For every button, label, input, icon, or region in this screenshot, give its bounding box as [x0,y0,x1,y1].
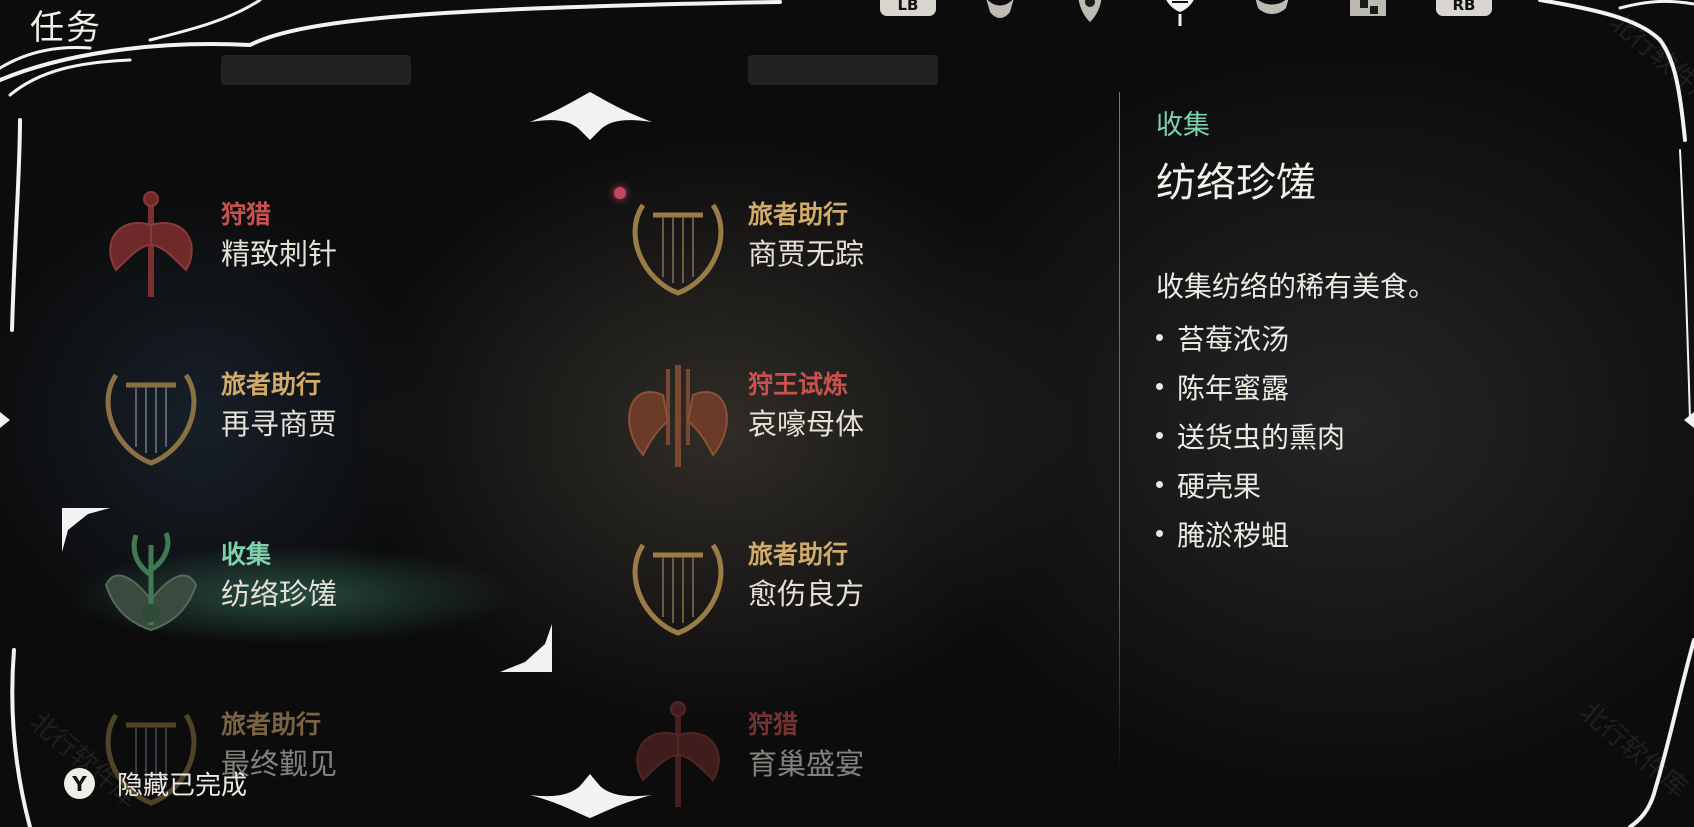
quest-item[interactable]: 狩王试炼 哀嚎母体 [623,355,1043,485]
quest-category: 狩猎 [221,200,272,229]
quest-name: 再寻商贾 [221,407,338,441]
quest-category: 旅者助行 [221,710,322,739]
quest-item[interactable]: 旅者助行 再寻商贾 [96,355,516,485]
tab-bar: LB RB [870,0,1510,26]
hunter-trial-icon [628,365,728,467]
list-item: 苔莓浓汤 [1156,313,1345,362]
bullet-icon [1156,530,1163,537]
lyre-icon [632,203,724,296]
list-item-label: 陈年蜜露 [1177,371,1290,405]
hunt-icon [109,191,193,297]
quest-item[interactable]: 旅者助行 愈伤良方 [623,525,1043,655]
list-item: 腌淤秽蛆 [1156,509,1345,558]
tab-quest-icon[interactable] [1158,0,1202,26]
panel-divider [1119,92,1120,782]
rb-button[interactable]: RB [1436,0,1492,16]
bullet-icon [1156,432,1163,439]
hide-completed-prompt[interactable]: Y 隐藏已完成 [64,765,247,802]
quest-name: 哀嚎母体 [748,407,865,441]
lb-button[interactable]: LB [880,0,936,16]
quest-name: 商贾无踪 [748,237,865,271]
list-item: 送货虫的熏肉 [1156,411,1345,460]
list-item: 陈年蜜露 [1156,362,1345,411]
quest-category: 收集 [221,540,272,569]
quest-item[interactable]: 旅者助行 最终觐见 [96,695,516,825]
lyre-icon [632,543,724,636]
quest-item[interactable]: 旅者助行 商贾无踪 [623,185,1043,315]
detail-title: 纺络珍馐 [1156,160,1316,206]
quest-item-ghost [96,55,516,185]
bullet-icon [1156,383,1163,390]
tab-map-pin-icon[interactable] [1068,0,1112,24]
detail-category: 收集 [1156,110,1210,141]
list-item-label: 送货虫的熏肉 [1177,420,1346,454]
quest-category: 旅者助行 [748,200,849,229]
quest-name: 愈伤良方 [748,577,865,611]
list-item: 硬壳果 [1156,460,1345,509]
hide-completed-label: 隐藏已完成 [117,771,248,801]
hunt-icon [636,701,720,807]
bullet-icon [1156,334,1163,341]
detail-description: 收集纺络的稀有美食。 [1156,270,1437,303]
quest-item-selected[interactable]: 收集 纺络珍馐 [96,525,516,655]
quest-category: 旅者助行 [748,540,849,569]
quest-item[interactable]: 狩猎 育巢盛宴 [623,695,1043,825]
list-item-label: 硬壳果 [1177,469,1262,503]
quest-item[interactable]: 狩猎 精致刺针 [96,185,516,315]
page-title: 任务 [30,8,102,48]
tab-journal-icon[interactable] [1250,0,1294,24]
quest-category: 狩猎 [748,710,799,739]
tab-inventory-icon[interactable] [1346,0,1390,24]
quest-name: 育巢盛宴 [748,747,865,781]
list-item-label: 腌淤秽蛆 [1177,518,1290,552]
y-button-icon[interactable]: Y [64,768,95,799]
tab-crest-icon[interactable] [978,0,1022,24]
quest-category: 旅者助行 [221,370,322,399]
list-item-label: 苔莓浓汤 [1177,322,1290,356]
lyre-icon [105,373,197,466]
bullet-icon [1156,481,1163,488]
detail-item-list: 苔莓浓汤 陈年蜜露 送货虫的熏肉 硬壳果 腌淤秽蛆 [1156,313,1345,558]
quest-name: 精致刺针 [221,237,338,271]
quest-category: 狩王试炼 [748,370,849,399]
collect-icon [104,532,198,632]
quest-name: 纺络珍馐 [221,577,338,611]
quest-item-ghost [623,55,1043,185]
